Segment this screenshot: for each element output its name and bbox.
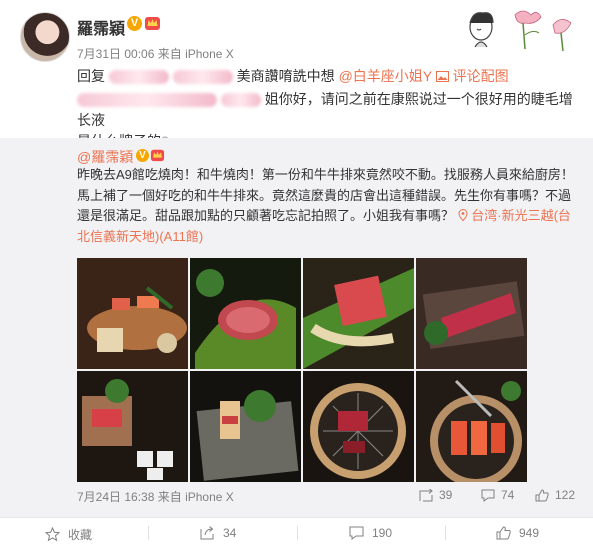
comment-button[interactable]: 190 [349, 526, 392, 540]
photo-grill-steak-image [303, 371, 414, 482]
comment-icon [349, 526, 364, 540]
post-time[interactable]: 7月31日 00:06 [77, 47, 154, 61]
photo-beef-display[interactable] [77, 371, 188, 482]
like-count: 949 [519, 526, 540, 540]
picture-icon [435, 71, 449, 82]
photo-wagyu-image [190, 258, 301, 369]
photo-sliced-beef[interactable] [416, 258, 527, 369]
original-comment-button[interactable]: 74 [481, 488, 514, 502]
comment-pic-label: 评论配图 [452, 68, 509, 84]
original-username[interactable]: @羅霈穎 [77, 147, 133, 167]
original-meta: 7月24日 16:38 来自 iPhone X [77, 488, 234, 505]
share-icon [200, 526, 214, 540]
comment-pic-link[interactable]: 评论配图 [435, 68, 509, 84]
avatar[interactable] [20, 12, 70, 62]
like-button[interactable]: 949 [496, 526, 539, 540]
original-like-button[interactable]: 122 [535, 488, 575, 502]
verified-badge-icon: V [127, 16, 142, 31]
photo-sandwich-plate[interactable] [190, 371, 301, 482]
photo-grill-slices[interactable] [416, 371, 527, 482]
original-comment-count: 74 [501, 488, 515, 502]
crown-icon [150, 149, 165, 162]
blurred-name-2 [220, 93, 261, 108]
comment-count: 190 [372, 526, 393, 540]
mention-link[interactable]: @白羊座小姐Y [339, 68, 432, 84]
repost-icon [419, 488, 433, 501]
favorite-label: 收藏 [68, 528, 93, 542]
comment-icon [481, 489, 495, 502]
original-footer: 7月24日 16:38 来自 iPhone X 39 74 122 [0, 488, 593, 508]
star-icon [45, 527, 60, 542]
photo-sandwich-image [190, 371, 301, 482]
blurred-mention [108, 70, 169, 85]
blurred-mention-2 [172, 70, 233, 85]
blurred-name [77, 93, 217, 108]
decorative-doodle-icon [469, 10, 572, 52]
post-source: 来自 iPhone X [157, 47, 234, 61]
username[interactable]: 羅霈穎 [77, 15, 125, 39]
thumbs-up-icon [535, 488, 549, 501]
photo-sashimi-image [77, 258, 188, 369]
repost-count: 34 [223, 526, 237, 540]
photo-beef-display-image [77, 371, 188, 482]
crown-icon [145, 17, 160, 30]
favorite-button[interactable]: 收藏 [45, 526, 92, 543]
original-like-count: 122 [555, 488, 576, 502]
action-bar: 收藏 34 190 949 [0, 517, 593, 547]
original-date[interactable]: 7月24日 16:38 [77, 490, 154, 504]
reply-mention-suffix: 美商讚唷詵中想 [236, 68, 335, 84]
photo-beef-on-leaf[interactable] [303, 258, 414, 369]
post-meta: 7月31日 00:06 来自 iPhone X [77, 45, 234, 62]
original-repost-button[interactable]: 39 [419, 488, 452, 502]
divider [445, 526, 446, 540]
location-pin-icon [458, 208, 468, 222]
divider [148, 526, 149, 540]
photo-grill-steak[interactable] [303, 371, 414, 482]
repost-button[interactable]: 34 [200, 526, 236, 540]
photo-sashimi-platter[interactable] [77, 258, 188, 369]
reply-prefix: 回复 [77, 68, 105, 84]
photo-sliced-beef-image [416, 258, 527, 369]
photo-beef-leaf-image [303, 258, 414, 369]
photo-grill-slices-image [416, 371, 527, 482]
photo-wagyu-leaf[interactable] [190, 258, 301, 369]
original-repost-count: 39 [439, 488, 453, 502]
original-text: 昨晚去A9館吃燒肉！和牛燒肉！第一份和牛牛排來竟然咬不動。找服務人員來給廚房！馬… [77, 165, 582, 247]
divider [297, 526, 298, 540]
original-source: 来自 iPhone X [157, 490, 234, 504]
thumbs-up-icon [496, 526, 511, 540]
verified-badge-icon: V [136, 149, 149, 162]
